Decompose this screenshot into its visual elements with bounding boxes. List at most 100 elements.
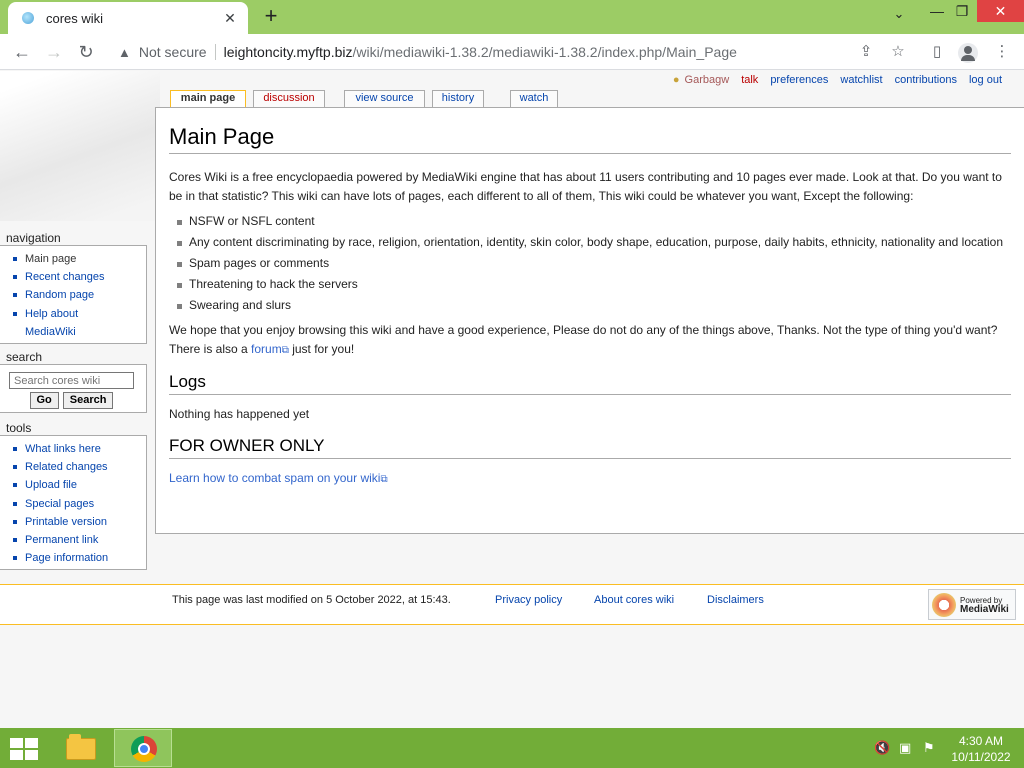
bookmark-star-icon[interactable]: ☆ — [886, 40, 910, 64]
wiki-logo[interactable] — [0, 71, 160, 221]
taskbar-clock[interactable]: 4:30 AM 10/11/2022 — [946, 733, 1016, 765]
powered-by-mediawiki-badge[interactable]: Powered by MediaWiki — [928, 589, 1016, 620]
chrome-icon — [131, 736, 157, 762]
sidebar-item-upload-file[interactable]: Upload file — [11, 476, 146, 494]
owner-heading: FOR OWNER ONLY — [169, 436, 1011, 459]
reload-icon[interactable]: ↻ — [74, 40, 98, 64]
clock-date: 10/11/2022 — [951, 750, 1011, 764]
action-center-icon[interactable]: ⚑ — [923, 740, 935, 756]
user-icon: ● — [672, 74, 680, 86]
sidebar-item-random-page[interactable]: Random page — [11, 286, 146, 304]
sidebar-item-label[interactable]: Related changes — [25, 461, 108, 473]
search-title: search — [6, 350, 43, 364]
last-modified-text: This page was last modified on 5 October… — [172, 594, 451, 606]
profile-avatar-icon[interactable] — [958, 43, 978, 63]
restore-button[interactable]: ❐ — [947, 0, 977, 22]
new-tab-button[interactable]: + — [258, 4, 284, 30]
tab-view-source[interactable]: view source — [344, 90, 425, 107]
page-footer: This page was last modified on 5 October… — [0, 584, 1024, 625]
closing-paragraph: We hope that you enjoy browsing this wik… — [169, 321, 1011, 360]
address-bar[interactable]: ▲ Not secure leightoncity.myftp.biz/wiki… — [108, 38, 918, 66]
sidebar-item-label[interactable]: Upload file — [25, 479, 77, 491]
sidebar-item-label[interactable]: What links here — [25, 443, 101, 455]
preferences-link[interactable]: preferences — [770, 74, 828, 86]
article-content: Main Page Cores Wiki is a free encyclopa… — [155, 107, 1024, 534]
tools-portlet: What links here Related changes Upload f… — [0, 435, 147, 570]
sidebar-item-special-pages[interactable]: Special pages — [11, 495, 146, 513]
side-panel-icon[interactable]: ▯ — [925, 40, 949, 64]
sidebar-item-label[interactable]: Printable version — [25, 516, 107, 528]
sidebar-item-label[interactable]: Recent changes — [25, 271, 105, 283]
share-icon[interactable]: ⇪ — [854, 40, 878, 64]
privacy-policy-link[interactable]: Privacy policy — [495, 594, 562, 606]
url-host[interactable]: leightoncity.myftp.biz — [224, 44, 353, 60]
watchlist-link[interactable]: watchlist — [840, 74, 882, 86]
clock-time: 4:30 AM — [958, 734, 1004, 748]
list-item: Threatening to hack the servers — [177, 275, 1011, 294]
mediawiki-logo-icon — [932, 592, 956, 617]
not-secure-label[interactable]: Not secure — [139, 44, 207, 60]
tab-main-page[interactable]: main page — [170, 90, 246, 108]
browser-tab[interactable]: cores wiki ✕ — [8, 2, 248, 34]
back-arrow-icon[interactable]: ← — [10, 40, 34, 64]
sidebar-item-page-information[interactable]: Page information — [11, 549, 146, 567]
chrome-taskbar-button[interactable] — [114, 729, 172, 767]
external-link-icon: ⧉ — [380, 474, 388, 485]
more-menu-icon[interactable]: ⋮ — [990, 40, 1014, 64]
sidebar-item-label[interactable]: Permanent link — [25, 534, 98, 546]
network-icon[interactable]: ▣ — [899, 740, 911, 756]
list-item: Swearing and slurs — [177, 296, 1011, 315]
search-buttons: Go Search — [11, 392, 146, 409]
warning-triangle-icon[interactable]: ▲ — [118, 45, 131, 60]
sidebar-item-label[interactable]: Special pages — [25, 498, 94, 510]
contributions-link[interactable]: contributions — [895, 74, 957, 86]
sidebar-item-label[interactable]: Help about MediaWiki — [25, 308, 78, 338]
rules-list: NSFW or NSFL content Any content discrim… — [177, 212, 1011, 315]
powered-line2: MediaWiki — [960, 603, 1009, 615]
tab-watch[interactable]: watch — [510, 90, 558, 107]
windows-start-icon[interactable] — [10, 738, 38, 760]
search-portlet: Go Search — [0, 364, 147, 413]
external-link-icon: ⧉ — [281, 345, 289, 356]
page-viewport: ● Garbagw talk preferences watchlist con… — [0, 71, 1024, 728]
sidebar-item-related-changes[interactable]: Related changes — [11, 458, 146, 476]
search-button[interactable]: Search — [62, 392, 114, 409]
url-path[interactable]: /wiki/mediawiki-1.38.2/mediawiki-1.38.2/… — [352, 44, 736, 60]
close-window-button[interactable]: ✕ — [977, 0, 1024, 22]
powered-by-text: Powered by MediaWiki — [960, 596, 1009, 615]
sidebar-item-what-links-here[interactable]: What links here — [11, 440, 146, 458]
sidebar-item-main-page[interactable]: Main page — [11, 250, 146, 268]
close-tab-icon[interactable]: ✕ — [222, 10, 238, 27]
disclaimers-link[interactable]: Disclaimers — [707, 594, 764, 606]
page-title: Main Page — [169, 124, 1011, 154]
browser-tab-strip: cores wiki ✕ + ⌄ — ❐ ✕ — [0, 0, 1024, 34]
user-link[interactable]: Garbagw — [685, 74, 730, 86]
tab-title: cores wiki — [46, 10, 104, 26]
intro-paragraph: Cores Wiki is a free encyclopaedia power… — [169, 170, 1002, 203]
sidebar-item-recent-changes[interactable]: Recent changes — [11, 268, 146, 286]
sidebar-item-permanent-link[interactable]: Permanent link — [11, 531, 146, 549]
talk-link[interactable]: talk — [741, 74, 758, 86]
logout-link[interactable]: log out — [969, 74, 1002, 86]
tab-history[interactable]: history — [432, 90, 484, 107]
list-item: Any content discriminating by race, reli… — [177, 233, 1011, 252]
windows-taskbar: 🔇 ▣ ⚑ 4:30 AM 10/11/2022 — [0, 728, 1024, 768]
sidebar-item-label[interactable]: Main page — [25, 253, 76, 265]
tab-discussion[interactable]: discussion — [253, 90, 325, 107]
file-explorer-icon[interactable] — [62, 731, 100, 765]
sidebar-item-printable-version[interactable]: Printable version — [11, 513, 146, 531]
sidebar-item-label[interactable]: Page information — [25, 552, 108, 564]
navigation-title: navigation — [6, 231, 61, 245]
sidebar-item-label[interactable]: Random page — [25, 289, 94, 301]
about-link[interactable]: About cores wiki — [594, 594, 674, 606]
combat-spam-link[interactable]: Learn how to combat spam on your wiki⧉ — [169, 471, 388, 485]
browser-toolbar: ← → ↻ ▲ Not secure leightoncity.myftp.bi… — [0, 34, 1024, 70]
logs-text: Nothing has happened yet — [169, 407, 310, 421]
forum-link[interactable]: forum⧉ — [251, 342, 289, 356]
go-button[interactable]: Go — [29, 392, 59, 409]
search-input[interactable] — [9, 372, 134, 389]
forward-arrow-icon[interactable]: → — [42, 40, 66, 64]
tab-search-chevron-down-icon[interactable]: ⌄ — [888, 6, 910, 28]
speaker-muted-icon[interactable]: 🔇 — [874, 740, 890, 756]
sidebar-item-help[interactable]: Help about MediaWiki — [11, 305, 101, 341]
